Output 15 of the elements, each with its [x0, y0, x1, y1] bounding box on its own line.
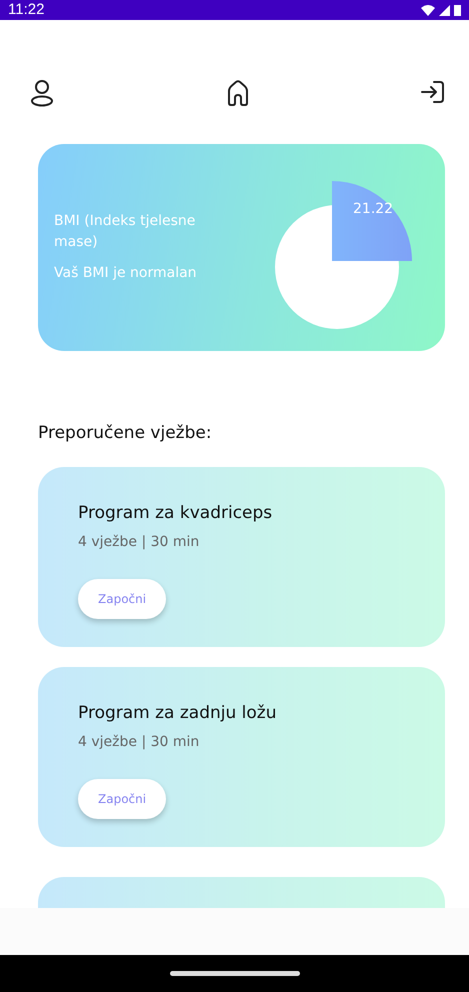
wifi-icon: [421, 4, 435, 16]
start-button[interactable]: Započni: [78, 779, 166, 819]
battery-icon: [454, 4, 461, 16]
start-button[interactable]: Započni: [78, 579, 166, 619]
status-time: 11:22: [8, 0, 44, 20]
program-title: Program za kvadriceps: [78, 502, 274, 524]
profile-icon[interactable]: [28, 78, 56, 108]
bmi-title: BMI (Indeks tjelesne mase): [54, 212, 196, 252]
bmi-value: 21.22: [353, 200, 394, 218]
program-details: 4 vježbe | 30 min: [78, 533, 200, 552]
program-title: Program za zadnju ložu: [78, 702, 278, 724]
section-heading: Preporučene vježbe:: [38, 422, 213, 445]
signal-icon: [439, 4, 450, 16]
program-details: 4 vježbe | 30 min: [78, 733, 200, 752]
bmi-status: Vaš BMI je normalan: [54, 264, 198, 283]
